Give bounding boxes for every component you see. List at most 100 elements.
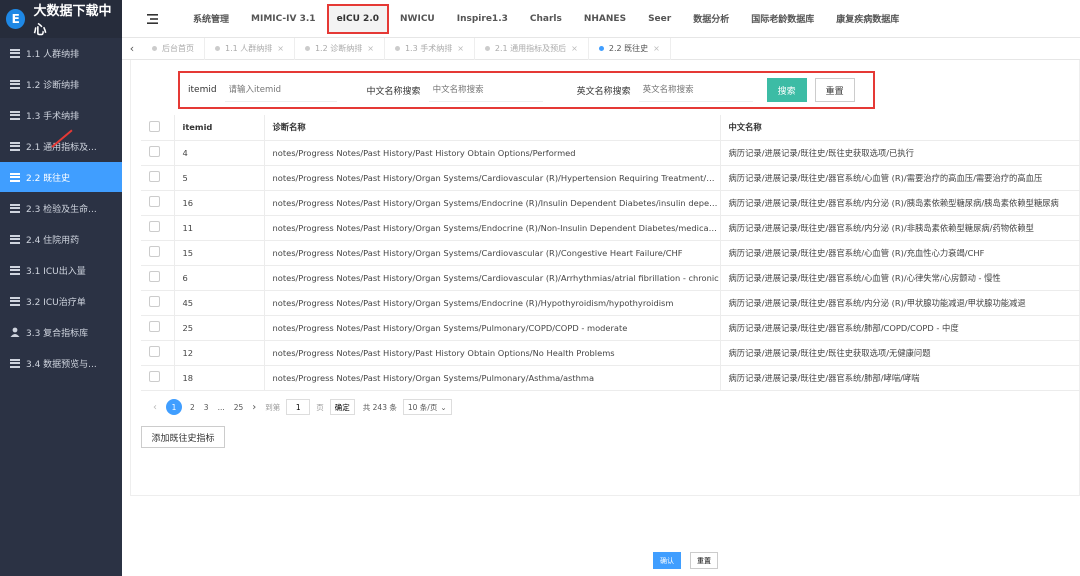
col-header-itemid[interactable]: itemid <box>174 115 265 141</box>
table-header: itemid 诊断名称 中文名称 <box>141 115 1080 141</box>
footer-reset-button[interactable]: 重置 <box>690 552 718 569</box>
sidebar-item-0[interactable]: 1.1 人群纳排 <box>0 38 122 68</box>
cn-name-input[interactable] <box>428 78 543 102</box>
tab-4[interactable]: 2.1 通用指标及预后 × <box>475 37 589 60</box>
row-checkbox[interactable] <box>141 340 175 366</box>
confirm-button[interactable]: 确认 <box>653 552 681 569</box>
top-menu-item-8[interactable]: 数据分析 <box>682 0 740 38</box>
top-nav-bar: 系统管理 MIMIC-IV 3.1 eICU 2.0 NWICU Inspire1.3 C… <box>122 0 1080 38</box>
tab-2[interactable]: 1.2 诊断纳排 × <box>295 37 385 60</box>
row-checkbox[interactable] <box>141 265 175 291</box>
sidebar-item-6[interactable]: 2.4 住院用药 <box>0 224 122 254</box>
row-checkbox[interactable] <box>141 190 175 216</box>
close-icon[interactable]: × <box>571 44 578 53</box>
table-row: 12 notes/Progress Notes/Past History/Past… <box>141 340 1080 366</box>
row-checkbox[interactable] <box>141 240 175 266</box>
tab-0[interactable]: 后台首页 <box>142 37 205 60</box>
row-checkbox[interactable] <box>141 365 175 391</box>
cell-itemid: 5 <box>174 165 265 191</box>
itemid-input[interactable] <box>224 78 337 102</box>
menu-toggle-icon[interactable] <box>122 13 182 24</box>
cell-diagnosis: notes/Progress Notes/Past History/Past H… <box>264 140 721 166</box>
col-header-cn-name[interactable]: 中文名称 <box>720 115 1080 141</box>
close-icon[interactable]: × <box>367 44 374 53</box>
sidebar-item-1[interactable]: 1.2 诊断纳排 <box>0 69 122 99</box>
chevron-left-icon[interactable]: ‹ <box>122 42 142 55</box>
sidebar: E 大数据下载中心 1.1 人群纳排 1.2 诊断纳排 1.3 手术纳排 2.1 通用… <box>0 0 122 576</box>
sidebar-item-9[interactable]: 3.3 复合指标库 <box>0 317 122 347</box>
select-all-checkbox[interactable] <box>141 115 175 141</box>
row-checkbox[interactable] <box>141 215 175 241</box>
table-body: 4 notes/Progress Notes/Past History/Past … <box>141 140 1080 391</box>
close-icon[interactable]: × <box>653 44 660 53</box>
sidebar-item-8[interactable]: 3.2 ICU治疗单 <box>0 286 122 316</box>
sidebar-item-4[interactable]: 2.2 既往史 <box>0 162 122 192</box>
page-size-select[interactable]: 10 条/页 ⌄ <box>402 399 452 415</box>
table-row: 4 notes/Progress Notes/Past History/Past … <box>141 140 1080 166</box>
row-checkbox[interactable] <box>141 315 175 341</box>
tab-list: 后台首页 1.1 人群纳排 × 1.2 诊断纳排 × 1.3 手术纳排 × 2.1 通用指标及… <box>142 37 671 60</box>
cell-cn-name: 病历记录/进展记录/既往史/器官系统/内分泌 (R)/胰岛素依赖型糖尿病/胰岛素… <box>720 190 1080 216</box>
chevron-down-icon: ⌄ <box>440 402 447 412</box>
row-checkbox[interactable] <box>141 165 175 191</box>
close-icon[interactable]: × <box>277 44 284 53</box>
sidebar-item-10[interactable]: 3.4 数据预览与... <box>0 348 122 378</box>
sidebar-item-5[interactable]: 2.3 检验及生命... <box>0 193 122 223</box>
next-page-icon[interactable]: › <box>252 402 256 413</box>
top-menu-item-2[interactable]: eICU 2.0 <box>326 3 390 34</box>
table-row: 25 notes/Progress Notes/Past History/Orga… <box>141 315 1080 341</box>
tab-label: 1.2 诊断纳排 <box>314 44 363 53</box>
tab-5[interactable]: 2.2 既往史 × <box>589 37 671 60</box>
page-1[interactable]: 1 <box>166 399 182 415</box>
top-menu-item-9[interactable]: 国际老龄数据库 <box>740 0 825 38</box>
tab-label: 2.2 既往史 <box>608 44 649 53</box>
tab-3[interactable]: 1.3 手术纳排 × <box>385 37 475 60</box>
goto-page-input[interactable] <box>286 399 311 415</box>
table-row: 5 notes/Progress Notes/Past History/Organ… <box>141 165 1080 191</box>
app-title: 大数据下载中心 <box>33 4 112 38</box>
top-menu-item-1[interactable]: MIMIC-IV 3.1 <box>240 0 327 38</box>
en-name-input[interactable] <box>638 78 753 102</box>
logo-icon: E <box>6 9 26 29</box>
cell-cn-name: 病历记录/进展记录/既往史/器官系统/肺部/哮喘/哮喘 <box>720 365 1080 391</box>
tab-bar: ‹ 后台首页 1.1 人群纳排 × 1.2 诊断纳排 × 1.3 手术纳排 × 2.1 通用指… <box>122 37 1080 60</box>
cell-diagnosis: notes/Progress Notes/Past History/Past H… <box>264 340 721 366</box>
goto-confirm-button[interactable]: 确定 <box>329 399 355 415</box>
sidebar-item-label: 2.2 既往史 <box>26 173 71 184</box>
row-checkbox[interactable] <box>141 140 175 166</box>
add-history-button[interactable]: 添加既往史指标 <box>141 426 225 448</box>
top-menu-item-10[interactable]: 康复疾病数据库 <box>825 0 910 38</box>
top-menu-item-7[interactable]: Seer <box>637 0 682 38</box>
cell-cn-name: 病历记录/进展记录/既往史/器官系统/心血管 (R)/充血性心力衰竭/CHF <box>720 240 1080 266</box>
top-menu-item-4[interactable]: Inspire1.3 <box>446 0 519 38</box>
data-table: itemid 诊断名称 中文名称 4 notes/Progress Notes/P… <box>141 115 1080 391</box>
cell-cn-name: 病历记录/进展记录/既往史/器官系统/肺部/COPD/COPD - 中度 <box>720 315 1080 341</box>
page-2[interactable]: 2 <box>190 403 195 412</box>
sidebar-item-2[interactable]: 1.3 手术纳排 <box>0 100 122 130</box>
top-menu-item-0[interactable]: 系统管理 <box>182 0 240 38</box>
tab-status-dot <box>484 46 490 51</box>
reset-button[interactable]: 重置 <box>814 78 855 102</box>
search-button[interactable]: 搜索 <box>766 78 807 102</box>
top-menu-item-3[interactable]: NWICU <box>389 0 446 38</box>
col-header-diagnosis[interactable]: 诊断名称 <box>264 115 721 141</box>
sidebar-item-7[interactable]: 3.1 ICU出入量 <box>0 255 122 285</box>
top-menu-item-5[interactable]: Charls <box>519 0 573 38</box>
tab-status-dot <box>215 46 220 51</box>
top-menu-item-6[interactable]: NHANES <box>573 0 637 38</box>
page-25[interactable]: 25 <box>234 403 244 412</box>
page-3[interactable]: 3 <box>204 403 209 412</box>
cell-itemid: 18 <box>174 365 265 391</box>
tab-1[interactable]: 1.1 人群纳排 × <box>205 37 295 60</box>
sidebar-item-label: 2.3 检验及生命... <box>26 204 97 215</box>
list-icon <box>10 110 20 120</box>
tab-label: 2.1 通用指标及预后 <box>494 44 567 53</box>
close-icon[interactable]: × <box>457 44 464 53</box>
prev-page-icon[interactable]: ‹ <box>153 402 157 413</box>
sidebar-item-3[interactable]: 2.1 通用指标及... <box>0 131 122 161</box>
cell-diagnosis: notes/Progress Notes/Past History/Organ … <box>264 315 721 341</box>
cell-diagnosis: notes/Progress Notes/Past History/Organ … <box>264 240 721 266</box>
cell-cn-name: 病历记录/进展记录/既往史/器官系统/心血管 (R)/需要治疗的高血压/需要治疗… <box>720 165 1080 191</box>
row-checkbox[interactable] <box>141 290 175 316</box>
cell-diagnosis: notes/Progress Notes/Past History/Organ … <box>264 190 721 216</box>
